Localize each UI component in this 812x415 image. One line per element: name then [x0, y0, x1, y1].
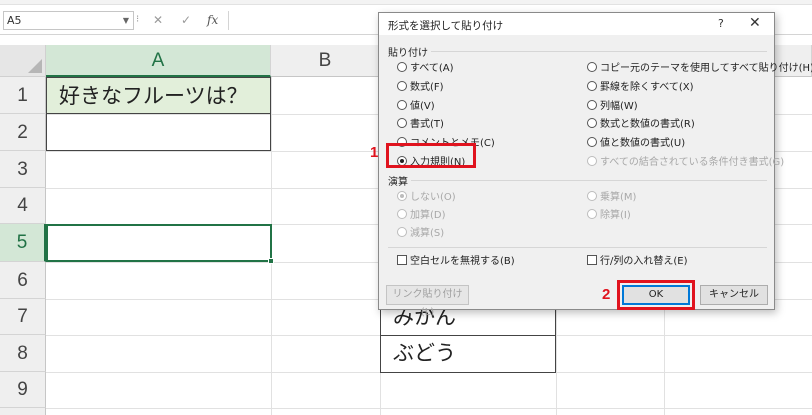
insert-function-icon[interactable]: fx [207, 13, 218, 27]
row-header-3[interactable]: 3 [0, 151, 46, 188]
paste-option-values[interactable]: 値(V) [397, 100, 435, 114]
cell-a5-active[interactable] [46, 224, 272, 262]
chevron-down-icon[interactable]: ▼ [123, 12, 129, 29]
row-header-9[interactable]: 9 [0, 372, 46, 408]
cancel-icon[interactable]: ✕ [153, 13, 163, 27]
radio-icon [587, 118, 597, 128]
cell-a1[interactable]: 好きなフルーツは？ [46, 77, 271, 114]
radio-icon [587, 156, 597, 166]
radio-icon [397, 118, 407, 128]
select-all-corner[interactable] [0, 45, 46, 77]
radio-icon [397, 209, 407, 219]
radio-checked-icon [397, 191, 407, 201]
operation-add: 加算(D) [397, 209, 446, 223]
operation-section-label: 演算 [388, 177, 408, 188]
formula-bar-grip-icon: ⁝ [136, 14, 140, 25]
paste-option-formulas-number-formats[interactable]: 数式と数値の書式(R) [587, 118, 695, 132]
paste-section-label: 貼り付け [388, 48, 428, 59]
paste-option-formulas[interactable]: 数式(F) [397, 81, 444, 95]
divider [388, 247, 767, 248]
radio-icon [587, 100, 597, 110]
enter-icon[interactable]: ✓ [181, 13, 191, 27]
step-2-label: 2 [602, 286, 611, 303]
step-1-label: 1 [370, 144, 379, 161]
divider [411, 180, 767, 181]
radio-icon [587, 191, 597, 201]
paste-option-values-number-formats[interactable]: 値と数値の書式(U) [587, 137, 685, 151]
paste-option-formats[interactable]: 書式(T) [397, 118, 444, 132]
checkbox-icon [587, 255, 597, 265]
radio-icon [587, 81, 597, 91]
radio-icon [397, 227, 407, 237]
operation-subtract: 減算(S) [397, 227, 444, 241]
close-icon[interactable]: ✕ [749, 15, 761, 31]
row-header-2[interactable]: 2 [0, 114, 46, 151]
step-1-highlight [386, 143, 476, 168]
operation-none: しない(O) [397, 191, 456, 205]
radio-icon [587, 62, 597, 72]
row-header-10[interactable] [0, 408, 46, 415]
paste-link-button: リンク貼り付け(L) [386, 285, 469, 318]
fill-handle[interactable] [268, 258, 274, 264]
checkbox-icon [397, 255, 407, 265]
dialog-title: 形式を選択して貼り付け [388, 20, 504, 32]
cell-a2[interactable] [46, 113, 271, 151]
paste-option-all[interactable]: すべて(A) [397, 62, 454, 76]
formula-input[interactable] [228, 11, 388, 30]
radio-icon [587, 137, 597, 147]
radio-icon [397, 81, 407, 91]
skip-blanks-checkbox[interactable]: 空白セルを無視する(B) [397, 255, 515, 269]
cell-c8[interactable]: ぶどう [380, 335, 556, 373]
transpose-checkbox[interactable]: 行/列の入れ替え(E) [587, 255, 688, 269]
step-2-highlight [617, 280, 695, 310]
divider [431, 51, 767, 52]
row-header-5[interactable]: 5 [0, 224, 46, 262]
row-header-7[interactable]: 7 [0, 299, 46, 335]
radio-icon [397, 100, 407, 110]
paste-option-column-widths[interactable]: 列幅(W) [587, 100, 638, 114]
dialog-titlebar[interactable]: 形式を選択して貼り付け ? ✕ [379, 13, 774, 35]
paste-option-all-source-theme[interactable]: コピー元のテーマを使用してすべて貼り付け(H) [587, 62, 812, 76]
row-header-6[interactable]: 6 [0, 262, 46, 299]
radio-icon [397, 62, 407, 72]
paste-option-merge-conditional-formats: すべての結合されている条件付き書式(G) [587, 156, 784, 170]
row-header-1[interactable]: 1 [0, 77, 46, 114]
name-box-value: A5 [7, 14, 22, 27]
gridline [46, 408, 812, 409]
row-header-4[interactable]: 4 [0, 188, 46, 224]
cancel-button[interactable]: キャンセル [700, 285, 768, 305]
radio-icon [587, 209, 597, 219]
operation-multiply: 乗算(M) [587, 191, 636, 205]
name-box[interactable]: A5 ▼ [3, 11, 134, 30]
column-header-b[interactable]: B [271, 45, 380, 77]
paste-option-all-except-borders[interactable]: 罫線を除くすべて(X) [587, 81, 694, 95]
column-header-a[interactable]: A [46, 45, 271, 77]
operation-divide: 除算(I) [587, 209, 631, 223]
row-header-8[interactable]: 8 [0, 335, 46, 372]
help-icon[interactable]: ? [718, 17, 724, 30]
